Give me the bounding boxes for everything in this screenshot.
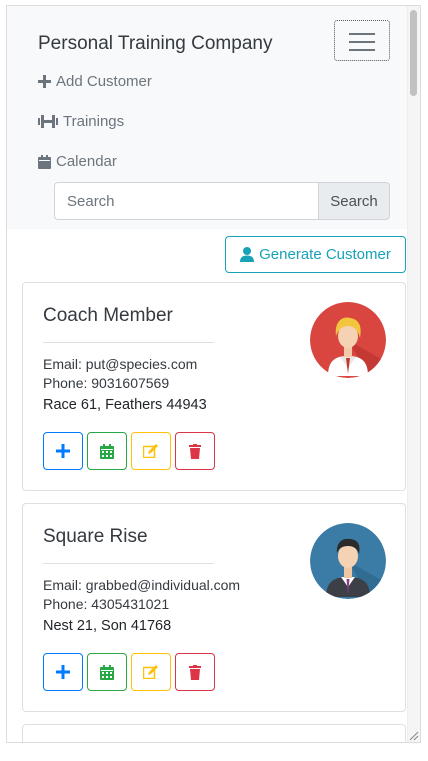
hamburger-icon-bar xyxy=(349,49,375,51)
nav-trainings-label: Trainings xyxy=(63,113,125,130)
plus-icon xyxy=(56,444,70,458)
generate-customer-button[interactable]: Generate Customer xyxy=(225,236,406,273)
dumbbell-icon xyxy=(38,115,58,128)
search-button[interactable]: Search xyxy=(318,182,390,220)
trash-icon xyxy=(189,443,201,459)
calendar-icon xyxy=(100,443,114,459)
nav-add-customer[interactable]: Add Customer xyxy=(38,73,152,90)
customer-calendar-button[interactable] xyxy=(87,653,127,691)
plus-icon xyxy=(56,665,70,679)
generate-customer-label: Generate Customer xyxy=(259,246,391,263)
hamburger-icon xyxy=(349,33,375,35)
customer-address: Race 61, Feathers 44943 xyxy=(43,397,207,413)
add-training-button[interactable] xyxy=(43,653,83,691)
customer-name: Square Rise xyxy=(43,526,148,547)
divider xyxy=(43,342,214,343)
search-input[interactable] xyxy=(54,182,318,220)
edit-icon xyxy=(143,444,158,458)
edit-icon xyxy=(143,665,158,679)
user-icon xyxy=(240,247,255,262)
customer-card: Coach Member Email: put@species.com Phon… xyxy=(22,282,406,491)
calendar-icon xyxy=(100,664,114,680)
nav-trainings[interactable]: Trainings xyxy=(38,113,124,130)
customer-name: Coach Member xyxy=(43,305,173,326)
customer-email: Email: put@species.com xyxy=(43,356,198,372)
male-avatar-icon xyxy=(310,523,386,599)
browser-viewport: Personal Training Company Add Customer T… xyxy=(6,5,421,743)
delete-customer-button[interactable] xyxy=(175,432,215,470)
female-avatar-icon xyxy=(310,302,386,378)
customer-email: Email: grabbed@individual.com xyxy=(43,577,241,593)
hamburger-icon-bar xyxy=(349,41,375,43)
customer-card: Square Rise Email: grabbed@individual.co… xyxy=(22,503,406,712)
brand-title[interactable]: Personal Training Company xyxy=(38,33,272,55)
customer-actions xyxy=(43,432,215,470)
customer-phone: Phone: 4305431021 xyxy=(43,596,170,612)
navbar: Personal Training Company Add Customer T… xyxy=(7,6,409,229)
search-form: Search xyxy=(54,182,390,220)
add-training-button[interactable] xyxy=(43,432,83,470)
customer-calendar-button[interactable] xyxy=(87,432,127,470)
scrollbar-thumb[interactable] xyxy=(410,10,417,96)
resize-grip-icon[interactable] xyxy=(407,729,419,741)
scrollbar[interactable] xyxy=(407,6,420,742)
customer-card-partial xyxy=(22,724,406,742)
menu-toggle-button[interactable] xyxy=(334,20,390,61)
plus-icon xyxy=(38,75,51,88)
edit-customer-button[interactable] xyxy=(131,432,171,470)
delete-customer-button[interactable] xyxy=(175,653,215,691)
customer-phone: Phone: 9031607569 xyxy=(43,375,170,391)
nav-calendar[interactable]: Calendar xyxy=(38,153,117,170)
nav-add-customer-label: Add Customer xyxy=(56,73,152,90)
customer-actions xyxy=(43,653,215,691)
calendar-icon xyxy=(38,154,51,169)
edit-customer-button[interactable] xyxy=(131,653,171,691)
divider xyxy=(43,563,214,564)
trash-icon xyxy=(189,664,201,680)
nav-calendar-label: Calendar xyxy=(56,153,117,170)
customer-address: Nest 21, Son 41768 xyxy=(43,618,172,634)
